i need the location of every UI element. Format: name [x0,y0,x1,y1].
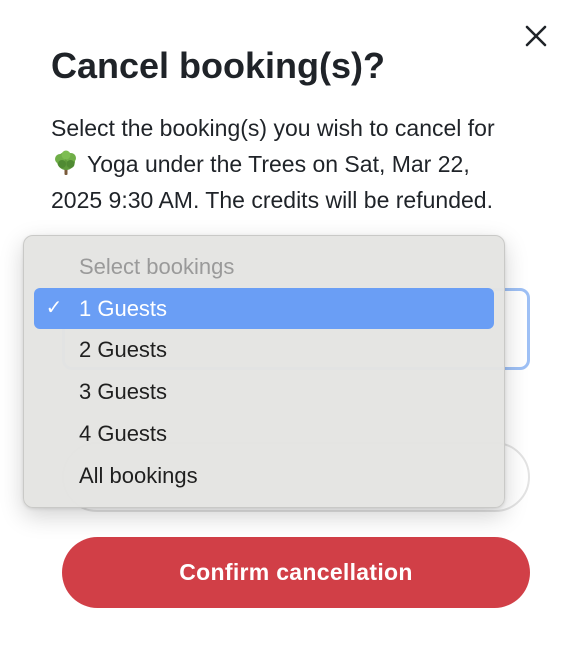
description-suffix: Yoga under the Trees on Sat, Mar 22, 202… [51,151,493,213]
option-label: 4 Guests [79,421,168,446]
option-label: 1 Guests [79,296,168,321]
dropdown-option-3-guests[interactable]: 3 Guests [34,371,494,413]
bookings-dropdown-menu: Select bookings ✓ 1 Guests 2 Guests 3 Gu… [23,235,505,508]
cancel-booking-dialog: Cancel booking(s)? Select the booking(s)… [0,0,578,656]
dialog-description: Select the booking(s) you wish to cancel… [51,110,521,235]
dropdown-option-1-guests[interactable]: ✓ 1 Guests [34,288,494,329]
dropdown-option-4-guests[interactable]: 4 Guests [34,413,494,455]
description-prefix: Select the booking(s) you wish to cancel… [51,115,495,141]
option-label: 3 Guests [79,379,168,404]
dropdown-placeholder: Select bookings [79,254,235,279]
deciduous-tree-icon [55,150,76,175]
dropdown-option-all-bookings[interactable]: All bookings [34,455,494,497]
confirm-cancellation-button[interactable]: Confirm cancellation [62,537,530,608]
close-button[interactable] [520,20,552,52]
dialog-title: Cancel booking(s)? [51,45,386,86]
option-label: 2 Guests [79,337,168,362]
checkmark-icon: ✓ [45,297,63,319]
option-label: All bookings [79,463,198,488]
close-icon [525,25,547,47]
dropdown-option-2-guests[interactable]: 2 Guests [34,329,494,371]
